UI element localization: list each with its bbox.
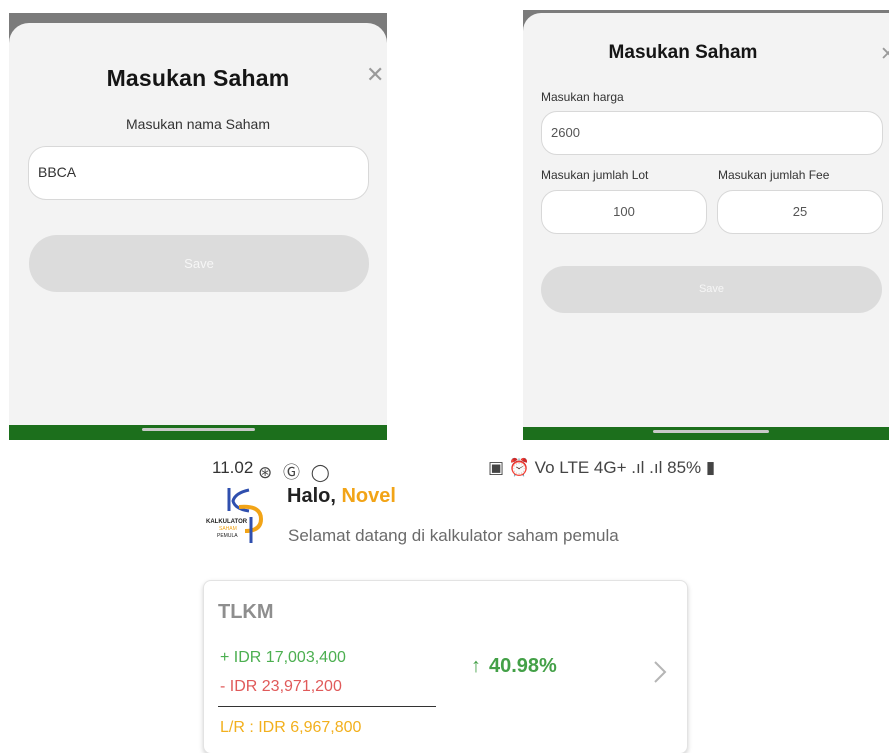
welcome-subtitle: Selamat datang di kalkulator saham pemul… bbox=[288, 526, 619, 545]
stock-detail-modal-screenshot: Masukan Saham ✕ Masukan harga 2600 Masuk… bbox=[523, 10, 889, 440]
gesture-handle[interactable] bbox=[142, 428, 255, 431]
greeting-heading: Halo, Novel bbox=[287, 485, 396, 508]
percent-value: 40.98% bbox=[489, 655, 557, 677]
loss-amount: - IDR 23,971,200 bbox=[220, 678, 342, 695]
net-result: L/R : IDR 6,967,800 bbox=[220, 719, 362, 736]
close-icon[interactable]: ✕ bbox=[880, 43, 889, 66]
nav-bar bbox=[523, 427, 889, 440]
fee-label: Masukan jumlah Fee bbox=[718, 168, 830, 182]
profit-amount: + IDR 17,003,400 bbox=[220, 649, 346, 666]
price-label: Masukan harga bbox=[541, 90, 624, 104]
stock-ticker: TLKM bbox=[218, 601, 274, 623]
app-logo: KALKULATOR SAHAM PEMULA bbox=[206, 488, 264, 543]
chevron-right-icon[interactable] bbox=[647, 659, 673, 685]
logo-text-3: PEMULA bbox=[217, 533, 238, 539]
lot-label: Masukan jumlah Lot bbox=[541, 168, 649, 182]
portfolio-card[interactable]: TLKM + IDR 17,003,400 - IDR 23,971,200 L… bbox=[203, 580, 688, 753]
greeting-text: Halo, bbox=[287, 485, 342, 507]
notification-icons: ⊛ Ⓖ ◯ bbox=[258, 463, 333, 482]
bottom-sheet: Masukan Saham ✕ Masukan nama Saham BBCA … bbox=[9, 23, 387, 438]
save-button[interactable]: Save bbox=[541, 266, 882, 313]
fee-input[interactable]: 25 bbox=[717, 190, 883, 234]
status-bar: 11.02 ⊛ Ⓖ ◯ ▣ ⏰ Vo LTE 4G+ .ıl .ıl 85% ▮ bbox=[0, 458, 889, 482]
logo-text-2: SAHAM bbox=[219, 526, 237, 532]
stock-name-input[interactable]: BBCA bbox=[28, 146, 369, 200]
percent-change: ↑ 40.98% bbox=[471, 655, 557, 678]
bottom-sheet: Masukan Saham ✕ Masukan harga 2600 Masuk… bbox=[523, 13, 889, 435]
arrow-up-icon: ↑ bbox=[471, 655, 481, 677]
system-status-icons: ▣ ⏰ Vo LTE 4G+ .ıl .ıl 85% ▮ bbox=[488, 458, 716, 477]
close-icon[interactable]: ✕ bbox=[366, 63, 384, 87]
modal-title: Masukan Saham bbox=[106, 65, 290, 91]
gesture-handle[interactable] bbox=[653, 430, 769, 433]
user-name: Novel bbox=[341, 485, 396, 507]
lot-input[interactable]: 100 bbox=[541, 190, 707, 234]
logo-text-1: KALKULATOR bbox=[206, 519, 248, 525]
stock-name-label: Masukan nama Saham bbox=[126, 116, 270, 132]
status-time: 11.02 bbox=[212, 458, 254, 477]
price-input[interactable]: 2600 bbox=[541, 111, 883, 155]
divider bbox=[218, 706, 436, 707]
stock-name-modal-screenshot: Masukan Saham ✕ Masukan nama Saham BBCA … bbox=[9, 13, 387, 440]
save-button[interactable]: Save bbox=[29, 235, 369, 292]
modal-title: Masukan Saham bbox=[608, 42, 758, 63]
